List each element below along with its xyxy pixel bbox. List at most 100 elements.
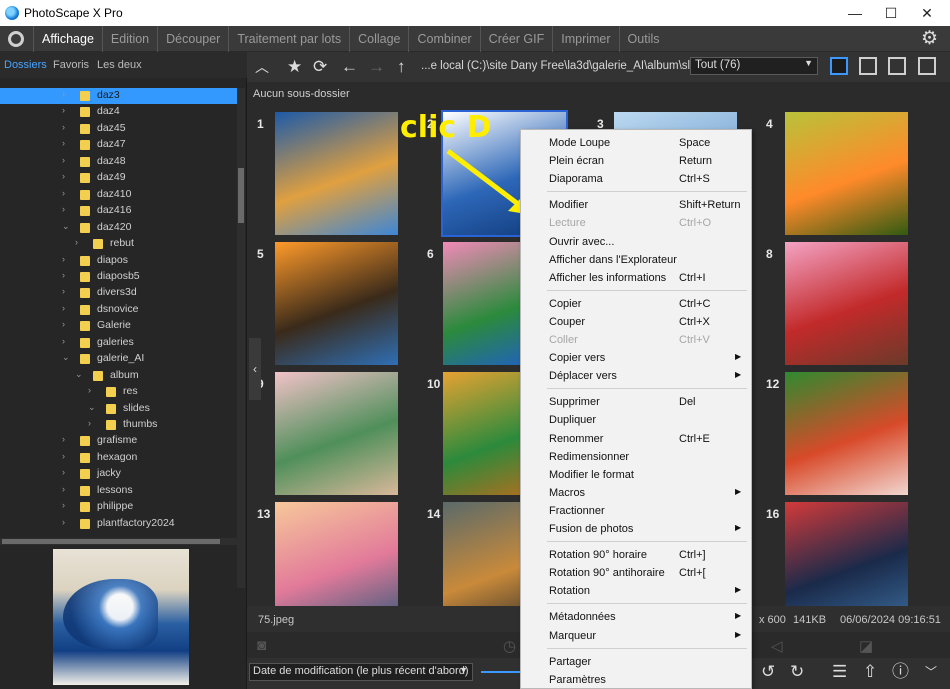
star-icon[interactable]: ★ (287, 57, 302, 77)
context-menu-item[interactable]: Modifier le format (521, 466, 751, 484)
tree-item[interactable]: ⌄ slides (0, 401, 238, 417)
chevron-right-icon[interactable]: › (88, 418, 91, 428)
context-menu-item[interactable]: Ouvrir avec... (521, 233, 751, 251)
folder-path[interactable]: ...e local (C:)\site Dany Free\la3d\gale… (421, 60, 711, 72)
chevron-up-icon[interactable]: ︿ (255, 57, 269, 77)
tree-item[interactable]: › divers3d (0, 285, 238, 301)
chevron-right-icon[interactable]: › (88, 385, 91, 395)
thumbnail-image[interactable] (785, 372, 908, 495)
zoom-slider[interactable] (481, 671, 521, 673)
context-menu-item[interactable]: Fractionner (521, 502, 751, 520)
context-menu-item[interactable]: Copier Ctrl+C (521, 295, 751, 313)
context-menu-item[interactable]: Macros ▶ (521, 484, 751, 502)
speaker-icon[interactable]: ◁ (771, 637, 783, 655)
tree-item[interactable]: › res (0, 384, 238, 400)
tree-item[interactable]: › daz47 (0, 137, 238, 153)
chevron-right-icon[interactable]: › (62, 500, 65, 510)
context-menu-item[interactable]: Diaporama Ctrl+S (521, 170, 751, 188)
tree-item[interactable]: ⌄ galerie_AI (0, 351, 238, 367)
tree-item[interactable]: › galeries (0, 335, 238, 351)
chevron-right-icon[interactable]: › (62, 171, 65, 181)
context-menu-item[interactable]: Modifier Shift+Return (521, 196, 751, 214)
tree-item[interactable]: › daz48 (0, 154, 238, 170)
context-menu-item[interactable]: Rotation 90° antihoraire Ctrl+[ (521, 564, 751, 582)
context-menu-item[interactable]: Supprimer Del (521, 393, 751, 411)
tree-item[interactable]: › plantfactory2024 (0, 516, 238, 532)
menu-tab[interactable]: Créer GIF (479, 26, 553, 52)
crop-icon[interactable]: ◪ (859, 637, 873, 655)
chevron-down-icon[interactable]: ﹀ (925, 662, 937, 682)
context-menu-item[interactable]: Dupliquer (521, 411, 751, 429)
tree-item[interactable]: › rebut (0, 236, 238, 252)
chevron-right-icon[interactable]: › (62, 270, 65, 280)
rotate-left-icon[interactable]: ↺ (761, 662, 775, 682)
context-menu-item[interactable]: Plein écran Return (521, 152, 751, 170)
context-menu-item[interactable]: Couper Ctrl+X (521, 313, 751, 331)
rotate-right-icon[interactable]: ↻ (790, 662, 804, 682)
context-menu-item[interactable]: Paramètres (521, 671, 751, 689)
single-view-button[interactable] (888, 57, 906, 75)
tree-item[interactable]: › jacky (0, 466, 238, 482)
fullscreen-button[interactable] (918, 57, 936, 75)
tree-item[interactable]: ⌄ album (0, 368, 238, 384)
chevron-right-icon[interactable]: › (62, 286, 65, 296)
forward-arrow-icon[interactable]: → (368, 57, 385, 77)
chevron-right-icon[interactable]: › (62, 336, 65, 346)
tree-item[interactable]: › daz49 (0, 170, 238, 186)
adjust-icon[interactable]: ☰ (832, 662, 847, 682)
chevron-down-icon[interactable]: ⌄ (88, 402, 96, 413)
tab-dossiers[interactable]: Dossiers (4, 59, 47, 71)
chevron-right-icon[interactable]: › (62, 89, 65, 99)
thumbnail-image[interactable] (275, 112, 398, 235)
context-menu-item[interactable]: Afficher dans l'Explorateur (521, 251, 751, 269)
list-view-button[interactable] (859, 57, 877, 75)
context-menu-item[interactable]: Mode Loupe Space (521, 134, 751, 152)
chevron-right-icon[interactable]: › (75, 237, 78, 247)
context-menu-item[interactable]: Partager (521, 653, 751, 671)
tree-item[interactable]: › daz416 (0, 203, 238, 219)
timer-icon[interactable]: ◷ (503, 637, 516, 655)
menu-tab[interactable]: Imprimer (552, 26, 618, 52)
thumbnail-image[interactable] (275, 242, 398, 365)
chevron-right-icon[interactable]: › (62, 138, 65, 148)
context-menu-item[interactable]: Métadonnées ▶ (521, 608, 751, 626)
tab-favoris[interactable]: Favoris (53, 59, 89, 71)
chevron-right-icon[interactable]: › (62, 188, 65, 198)
chevron-right-icon[interactable]: › (62, 517, 65, 527)
tree-item[interactable]: › lessons (0, 483, 238, 499)
tree-item[interactable]: › diaposb5 (0, 269, 238, 285)
settings-gear-icon[interactable]: ⚙ (921, 29, 938, 49)
collapse-panel-button[interactable]: ‹ (249, 338, 261, 400)
context-menu-item[interactable]: Afficher les informations Ctrl+I (521, 269, 751, 287)
tree-item[interactable]: › dsnovice (0, 302, 238, 318)
context-menu-item[interactable]: Marqueur ▶ (521, 627, 751, 645)
chevron-right-icon[interactable]: › (62, 204, 65, 214)
share-icon[interactable]: ⇧ (863, 662, 877, 682)
chevron-right-icon[interactable]: › (62, 155, 65, 165)
tree-item[interactable]: › daz3 (0, 88, 238, 104)
up-arrow-icon[interactable]: ↑ (397, 57, 406, 77)
tree-horizontal-scrollbar[interactable] (0, 538, 237, 545)
context-menu-item[interactable]: Fusion de photos ▶ (521, 520, 751, 538)
tree-item[interactable]: › thumbs (0, 417, 238, 433)
menu-tab[interactable]: Combiner (408, 26, 479, 52)
chevron-right-icon[interactable]: › (62, 434, 65, 444)
chevron-right-icon[interactable]: › (62, 467, 65, 477)
chevron-right-icon[interactable]: › (62, 303, 65, 313)
context-menu-item[interactable]: Renommer Ctrl+E (521, 430, 751, 448)
chevron-down-icon[interactable]: ⌄ (62, 221, 70, 232)
context-menu-item[interactable]: Redimensionner (521, 448, 751, 466)
thumbnail-image[interactable] (785, 242, 908, 365)
filter-select[interactable]: Tout (76) ▼ (690, 57, 818, 75)
menu-tab[interactable]: Traitement par lots (228, 26, 349, 52)
context-menu-item[interactable]: Rotation ▶ (521, 582, 751, 600)
menu-tab[interactable]: Affichage (33, 26, 102, 52)
tree-item[interactable]: › diapos (0, 253, 238, 269)
tab-les-deux[interactable]: Les deux (97, 59, 142, 71)
chevron-right-icon[interactable]: › (62, 122, 65, 132)
tree-item[interactable]: › philippe (0, 499, 238, 515)
chevron-right-icon[interactable]: › (62, 105, 65, 115)
back-arrow-icon[interactable]: ← (341, 57, 358, 77)
menu-tab[interactable]: Découper (157, 26, 228, 52)
context-menu-item[interactable]: Copier vers ▶ (521, 349, 751, 367)
